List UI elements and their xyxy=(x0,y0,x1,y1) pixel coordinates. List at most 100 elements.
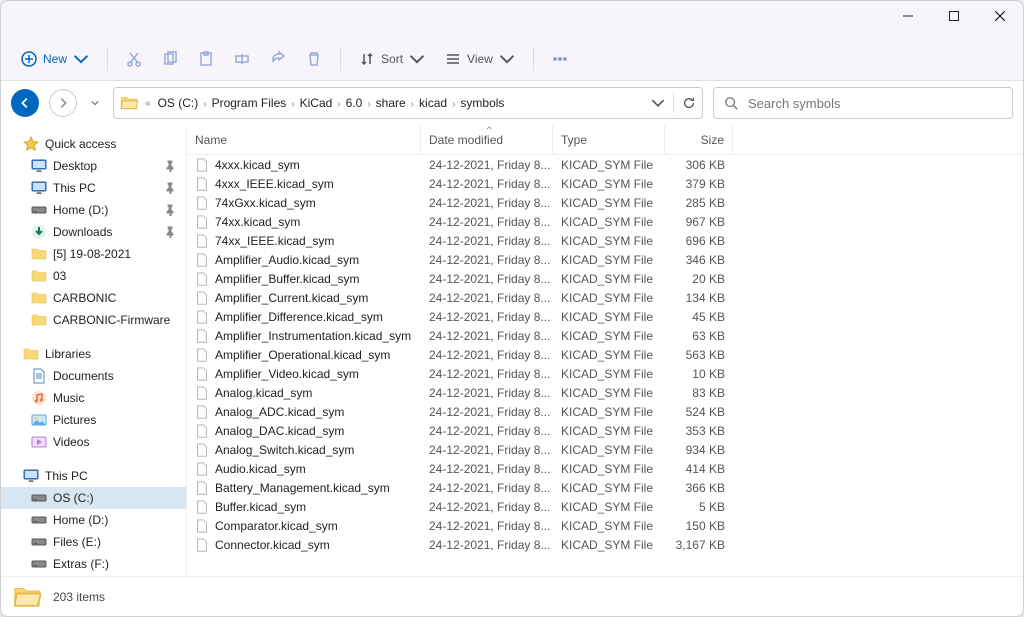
file-list[interactable]: 4xxx.kicad_sym 24-12-2021, Friday 8... K… xyxy=(187,155,1023,576)
sidebar-item[interactable]: CARBONIC xyxy=(1,287,186,309)
file-date: 24-12-2021, Friday 8... xyxy=(421,405,553,419)
sidebar-libraries[interactable]: Libraries xyxy=(1,343,186,365)
file-row[interactable]: Amplifier_Operational.kicad_sym 24-12-20… xyxy=(187,345,1023,364)
file-row[interactable]: Analog.kicad_sym 24-12-2021, Friday 8...… xyxy=(187,383,1023,402)
file-icon xyxy=(195,253,209,267)
new-button[interactable]: New xyxy=(13,45,97,73)
file-name: 74xx.kicad_sym xyxy=(215,215,300,229)
file-size: 414 KB xyxy=(665,462,733,476)
sidebar-quick-access[interactable]: Quick access xyxy=(1,133,186,155)
file-row[interactable]: Analog_Switch.kicad_sym 24-12-2021, Frid… xyxy=(187,440,1023,459)
search-box[interactable] xyxy=(713,87,1013,119)
column-header-type[interactable]: Type xyxy=(553,125,665,154)
file-size: 150 KB xyxy=(665,519,733,533)
disk-icon xyxy=(31,490,47,506)
more-button[interactable] xyxy=(544,43,576,75)
disk-icon xyxy=(31,556,47,572)
back-button[interactable] xyxy=(11,89,39,117)
sidebar-item[interactable]: Pictures xyxy=(1,409,186,431)
file-name: Amplifier_Instrumentation.kicad_sym xyxy=(215,329,411,343)
view-button[interactable]: View xyxy=(437,45,523,73)
file-date: 24-12-2021, Friday 8... xyxy=(421,196,553,210)
doc-icon xyxy=(31,368,47,384)
file-row[interactable]: Analog_DAC.kicad_sym 24-12-2021, Friday … xyxy=(187,421,1023,440)
file-row[interactable]: Amplifier_Difference.kicad_sym 24-12-202… xyxy=(187,307,1023,326)
forward-button[interactable] xyxy=(49,89,77,117)
sidebar-item[interactable]: This PC xyxy=(1,177,186,199)
address-dropdown-button[interactable] xyxy=(651,96,665,110)
file-name: Comparator.kicad_sym xyxy=(215,519,338,533)
sidebar[interactable]: Quick access Desktop This PC Home (D:) D… xyxy=(1,125,187,576)
cut-button[interactable] xyxy=(118,43,150,75)
minimize-button[interactable] xyxy=(885,1,931,31)
sidebar-item-label: 03 xyxy=(53,269,180,283)
column-header-size[interactable]: Size xyxy=(665,125,733,154)
sidebar-item[interactable]: Videos xyxy=(1,431,186,453)
file-row[interactable]: Buffer.kicad_sym 24-12-2021, Friday 8...… xyxy=(187,497,1023,516)
copy-button[interactable] xyxy=(154,43,186,75)
close-button[interactable] xyxy=(977,1,1023,31)
sidebar-item[interactable]: [5] 19-08-2021 xyxy=(1,243,186,265)
file-icon xyxy=(195,291,209,305)
chevron-right-icon: › xyxy=(366,99,371,110)
paste-button[interactable] xyxy=(190,43,222,75)
breadcrumb-segment[interactable]: symbols xyxy=(456,94,508,112)
navigation-row: « OS (C:)›Program Files›KiCad›6.0›share›… xyxy=(1,81,1023,125)
recent-locations-button[interactable] xyxy=(87,99,103,107)
file-row[interactable]: Connector.kicad_sym 24-12-2021, Friday 8… xyxy=(187,535,1023,554)
file-date: 24-12-2021, Friday 8... xyxy=(421,424,553,438)
file-row[interactable]: 4xxx_IEEE.kicad_sym 24-12-2021, Friday 8… xyxy=(187,174,1023,193)
sidebar-item[interactable]: Files (E:) xyxy=(1,531,186,553)
file-row[interactable]: 4xxx.kicad_sym 24-12-2021, Friday 8... K… xyxy=(187,155,1023,174)
address-bar[interactable]: « OS (C:)›Program Files›KiCad›6.0›share›… xyxy=(113,87,703,119)
breadcrumb-segment[interactable]: OS (C:) xyxy=(154,94,203,112)
sidebar-item[interactable]: Extras (F:) xyxy=(1,553,186,575)
file-row[interactable]: Amplifier_Current.kicad_sym 24-12-2021, … xyxy=(187,288,1023,307)
file-date: 24-12-2021, Friday 8... xyxy=(421,253,553,267)
sidebar-this-pc[interactable]: This PC xyxy=(1,465,186,487)
search-input[interactable] xyxy=(748,96,1002,111)
file-row[interactable]: 74xx_IEEE.kicad_sym 24-12-2021, Friday 8… xyxy=(187,231,1023,250)
pin-icon xyxy=(164,160,176,172)
breadcrumb-segment[interactable]: 6.0 xyxy=(342,94,367,112)
file-row[interactable]: Amplifier_Video.kicad_sym 24-12-2021, Fr… xyxy=(187,364,1023,383)
file-row[interactable]: Amplifier_Buffer.kicad_sym 24-12-2021, F… xyxy=(187,269,1023,288)
breadcrumb-segment[interactable]: kicad xyxy=(415,94,451,112)
sidebar-item[interactable]: 03 xyxy=(1,265,186,287)
sidebar-item[interactable]: Home (D:) xyxy=(1,509,186,531)
delete-button[interactable] xyxy=(298,43,330,75)
column-header-name[interactable]: Name xyxy=(187,125,421,154)
sidebar-item[interactable]: Desktop xyxy=(1,155,186,177)
sidebar-item[interactable]: Downloads xyxy=(1,221,186,243)
file-type: KICAD_SYM File xyxy=(553,481,665,495)
file-row[interactable]: 74xx.kicad_sym 24-12-2021, Friday 8... K… xyxy=(187,212,1023,231)
file-row[interactable]: Comparator.kicad_sym 24-12-2021, Friday … xyxy=(187,516,1023,535)
file-size: 83 KB xyxy=(665,386,733,400)
share-button[interactable] xyxy=(262,43,294,75)
rename-button[interactable] xyxy=(226,43,258,75)
file-row[interactable]: Battery_Management.kicad_sym 24-12-2021,… xyxy=(187,478,1023,497)
file-type: KICAD_SYM File xyxy=(553,272,665,286)
file-row[interactable]: 74xGxx.kicad_sym 24-12-2021, Friday 8...… xyxy=(187,193,1023,212)
item-count: 203 items xyxy=(53,590,105,604)
breadcrumb-segment[interactable]: KiCad xyxy=(296,94,337,112)
file-type: KICAD_SYM File xyxy=(553,234,665,248)
breadcrumb-segment[interactable]: Program Files xyxy=(208,94,291,112)
sidebar-item[interactable]: Music xyxy=(1,387,186,409)
disk-icon xyxy=(31,534,47,550)
file-row[interactable]: Amplifier_Instrumentation.kicad_sym 24-1… xyxy=(187,326,1023,345)
file-row[interactable]: Audio.kicad_sym 24-12-2021, Friday 8... … xyxy=(187,459,1023,478)
refresh-button[interactable] xyxy=(682,96,696,110)
breadcrumb-overflow[interactable]: « xyxy=(144,98,152,109)
file-row[interactable]: Amplifier_Audio.kicad_sym 24-12-2021, Fr… xyxy=(187,250,1023,269)
sort-button[interactable]: Sort xyxy=(351,45,433,73)
sidebar-item[interactable]: CARBONIC-Firmware xyxy=(1,309,186,331)
file-row[interactable]: Analog_ADC.kicad_sym 24-12-2021, Friday … xyxy=(187,402,1023,421)
maximize-button[interactable] xyxy=(931,1,977,31)
sidebar-item[interactable]: OS (C:) xyxy=(1,487,186,509)
breadcrumb-segment[interactable]: share xyxy=(372,94,410,112)
sidebar-item[interactable]: Home (D:) xyxy=(1,199,186,221)
sidebar-item-label: Documents xyxy=(53,369,180,383)
sidebar-item[interactable]: Documents xyxy=(1,365,186,387)
file-icon xyxy=(195,310,209,324)
